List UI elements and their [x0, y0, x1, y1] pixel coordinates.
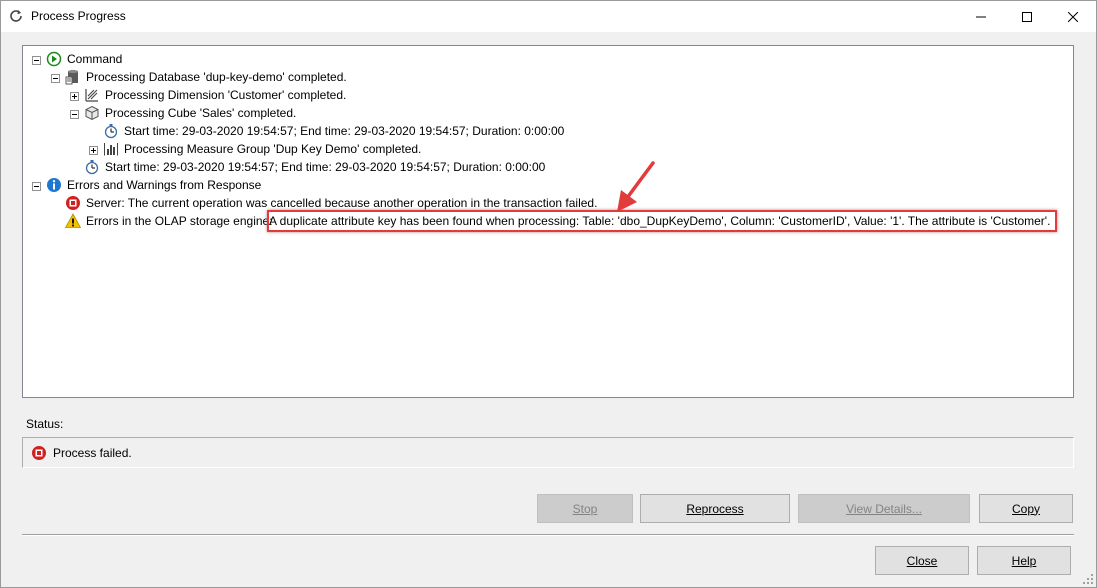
title-bar: Process Progress	[1, 1, 1096, 32]
collapse-toggle[interactable]	[32, 182, 41, 191]
collapse-toggle[interactable]	[70, 110, 79, 119]
measure-group-node: Processing Measure Group 'Dup Key Demo' …	[124, 142, 422, 156]
separator	[22, 534, 1074, 536]
reprocess-button[interactable]: Reprocess	[640, 494, 790, 523]
copy-button[interactable]: Copy	[979, 494, 1073, 523]
warning-icon	[65, 213, 81, 228]
close-icon	[1068, 11, 1078, 22]
dimension-icon	[85, 89, 98, 102]
cube-icon	[85, 105, 99, 121]
collapse-toggle[interactable]	[51, 74, 60, 83]
status-label: Status:	[26, 417, 64, 431]
dimension-node: Processing Dimension 'Customer' complete…	[105, 88, 347, 102]
arrow-annotation-icon	[617, 161, 655, 212]
status-text: Process failed.	[53, 446, 132, 460]
command-node: Command	[67, 52, 123, 66]
cube-node: Processing Cube 'Sales' completed.	[105, 106, 297, 120]
status-panel: Process failed.	[22, 437, 1074, 468]
close-window-button[interactable]	[1050, 1, 1096, 32]
olap-error-label: Errors in the OLAP storage engine:	[86, 214, 273, 228]
maximize-button[interactable]	[1004, 1, 1050, 32]
expand-toggle[interactable]	[89, 146, 98, 155]
minimize-icon	[976, 16, 986, 17]
info-icon	[47, 178, 61, 192]
process-log-tree[interactable]: Command Processing Database 'dup-key-dem…	[22, 45, 1074, 398]
minimize-button[interactable]	[958, 1, 1004, 32]
collapse-toggle[interactable]	[32, 56, 41, 65]
resize-grip-icon[interactable]	[1082, 573, 1094, 585]
error-icon	[32, 446, 46, 460]
refresh-icon	[10, 10, 22, 22]
database-timing-node: Start time: 29-03-2020 19:54:57; End tim…	[105, 160, 546, 174]
window-title: Process Progress	[31, 9, 126, 23]
stopwatch-icon	[85, 160, 99, 175]
view-details-button[interactable]: View Details...	[798, 494, 970, 523]
error-icon	[66, 196, 80, 210]
stop-button[interactable]: Stop	[537, 494, 633, 523]
expand-toggle[interactable]	[70, 92, 79, 101]
database-node: Processing Database 'dup-key-demo' compl…	[86, 70, 347, 84]
close-button[interactable]: Close	[875, 546, 969, 575]
errors-warnings-node: Errors and Warnings from Response	[67, 178, 262, 192]
database-icon	[65, 69, 78, 85]
run-command-icon	[46, 51, 62, 67]
help-button[interactable]: Help	[977, 546, 1071, 575]
maximize-icon	[1022, 11, 1032, 22]
cube-timing-node: Start time: 29-03-2020 19:54:57; End tim…	[124, 124, 565, 138]
stopwatch-icon	[104, 124, 118, 139]
process-progress-window: Process Progress Command Processing Data…	[0, 0, 1097, 588]
measure-group-icon	[104, 143, 118, 156]
